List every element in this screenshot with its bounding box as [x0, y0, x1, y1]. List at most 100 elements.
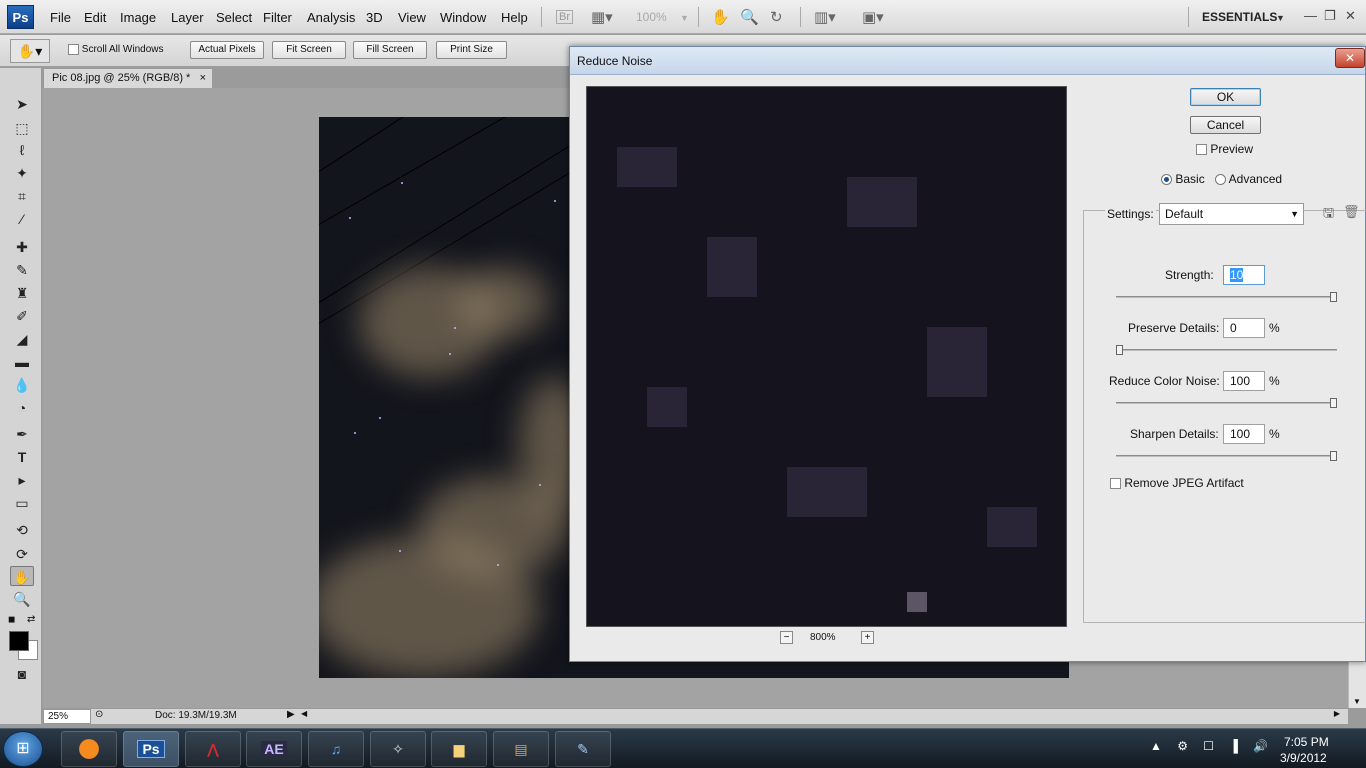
path-selection-tool-icon[interactable]: ▸: [10, 470, 34, 490]
remove-jpeg-artifact-checkbox[interactable]: Remove JPEG Artifact: [1110, 476, 1244, 490]
document-tab[interactable]: Pic 08.jpg @ 25% (RGB/8) * ×: [43, 68, 213, 88]
status-menu-arrow-icon[interactable]: ▶: [287, 709, 295, 720]
reduce-color-noise-slider-thumb[interactable]: [1330, 398, 1337, 408]
radio-unselected[interactable]: [1215, 174, 1226, 186]
menu-layer[interactable]: Layer: [171, 10, 204, 25]
start-button[interactable]: ⊞: [3, 731, 43, 767]
strength-slider-thumb[interactable]: [1330, 292, 1337, 302]
preview-zoom-out-button[interactable]: −: [780, 631, 793, 644]
folder-icon[interactable]: ▆: [431, 731, 487, 767]
acrobat-icon[interactable]: ⋀: [185, 731, 241, 767]
video-editor-icon[interactable]: ▤: [493, 731, 549, 767]
fit-screen-button[interactable]: Fit Screen: [272, 41, 346, 59]
preserve-details-slider[interactable]: [1116, 345, 1337, 355]
scroll-down-icon[interactable]: ▼: [1353, 697, 1361, 706]
menu-help[interactable]: Help: [501, 10, 528, 25]
3d-rotate-tool-icon[interactable]: ⟲: [10, 520, 34, 540]
menu-analysis[interactable]: Analysis: [307, 10, 355, 25]
quick-mask-icon[interactable]: ◙: [10, 664, 34, 684]
foreground-color-swatch[interactable]: [9, 631, 29, 651]
skyrim-icon[interactable]: ✧: [370, 731, 426, 767]
sharpen-details-input[interactable]: 100: [1223, 424, 1265, 444]
type-tool-icon[interactable]: T: [10, 447, 34, 467]
scroll-all-windows-checkbox[interactable]: Scroll All Windows: [68, 44, 163, 55]
menu-3d[interactable]: 3D: [366, 10, 383, 25]
preserve-details-input[interactable]: 0: [1223, 318, 1265, 338]
radio-selected[interactable]: [1161, 174, 1172, 186]
filter-preview[interactable]: [586, 86, 1067, 627]
hand-tool-icon[interactable]: ✋: [10, 566, 34, 586]
sharpen-details-slider[interactable]: [1116, 451, 1337, 461]
swap-colors-icon[interactable]: ⇄: [27, 614, 35, 625]
pen-tool-icon[interactable]: ✒: [10, 424, 34, 444]
menu-file[interactable]: File: [50, 10, 71, 25]
zoom-field[interactable]: 25%: [43, 709, 91, 724]
basic-radio[interactable]: Basic: [1161, 172, 1205, 186]
healing-brush-tool-icon[interactable]: ✚: [10, 237, 34, 257]
screen-mode-icon[interactable]: ▣▾: [862, 8, 884, 26]
settings-dropdown[interactable]: Default ▼: [1159, 203, 1304, 225]
dodge-tool-icon[interactable]: ◔: [10, 398, 34, 418]
chevron-down-icon[interactable]: ▼: [1276, 13, 1285, 23]
menu-image[interactable]: Image: [120, 10, 156, 25]
save-settings-icon[interactable]: 🖫: [1323, 204, 1334, 226]
rotate-view-icon[interactable]: ↻: [770, 8, 783, 26]
strength-input[interactable]: 10: [1223, 265, 1265, 285]
menu-filter[interactable]: Filter: [263, 10, 292, 25]
ok-button[interactable]: OK: [1190, 88, 1261, 106]
hand-icon[interactable]: ✋: [711, 8, 730, 26]
preview-checkbox[interactable]: Preview: [1196, 142, 1253, 156]
dialog-close-button[interactable]: ✕: [1335, 48, 1365, 68]
magic-wand-tool-icon[interactable]: ✦: [10, 163, 34, 183]
marquee-tool-icon[interactable]: ⬚: [10, 118, 34, 138]
preserve-details-slider-thumb[interactable]: [1116, 345, 1123, 355]
chevron-down-icon[interactable]: ▼: [680, 13, 689, 23]
preview-zoom-in-button[interactable]: +: [861, 631, 874, 644]
zoom-level-select[interactable]: 100%: [636, 10, 667, 24]
gradient-tool-icon[interactable]: ▬: [10, 352, 34, 372]
clone-stamp-tool-icon[interactable]: ♜: [10, 283, 34, 303]
menu-window[interactable]: Window: [440, 10, 486, 25]
close-tab-icon[interactable]: ×: [200, 69, 206, 88]
eyedropper-tool-icon[interactable]: ⁄: [10, 209, 34, 229]
checkbox[interactable]: [1196, 144, 1207, 156]
cancel-button[interactable]: Cancel: [1190, 116, 1261, 134]
default-colors-icon[interactable]: ◼: [8, 614, 15, 625]
reduce-color-noise-slider[interactable]: [1116, 398, 1337, 408]
restore-icon[interactable]: ❐: [1324, 8, 1336, 24]
move-tool-icon[interactable]: ➤: [10, 94, 34, 114]
checkbox[interactable]: [1110, 478, 1121, 490]
after-effects-taskbar-button[interactable]: AE: [246, 731, 302, 767]
blur-tool-icon[interactable]: 💧: [10, 375, 34, 395]
trash-icon[interactable]: 🗑: [1343, 204, 1360, 220]
print-size-button[interactable]: Print Size: [436, 41, 507, 59]
clock-date[interactable]: 3/9/2012: [1280, 751, 1327, 765]
menu-select[interactable]: Select: [216, 10, 252, 25]
lasso-tool-icon[interactable]: ℓ: [10, 140, 34, 160]
clock-time[interactable]: 7:05 PM: [1284, 735, 1329, 749]
actual-pixels-button[interactable]: Actual Pixels: [190, 41, 264, 59]
strength-slider[interactable]: [1116, 292, 1337, 302]
advanced-radio[interactable]: Advanced: [1215, 172, 1282, 186]
paint-icon[interactable]: ✎: [555, 731, 611, 767]
firefox-icon[interactable]: [61, 731, 117, 767]
menu-view[interactable]: View: [398, 10, 426, 25]
status-info-icon[interactable]: ⊙: [95, 709, 103, 720]
eraser-tool-icon[interactable]: ◢: [10, 329, 34, 349]
photoshop-taskbar-button[interactable]: Ps: [123, 731, 179, 767]
history-brush-tool-icon[interactable]: ✐: [10, 306, 34, 326]
arrange-documents-icon[interactable]: ▥▾: [814, 8, 836, 26]
3d-orbit-tool-icon[interactable]: ⟳: [10, 544, 34, 564]
crop-tool-icon[interactable]: ⌗: [10, 186, 34, 206]
sharpen-details-slider-thumb[interactable]: [1330, 451, 1337, 461]
fill-screen-button[interactable]: Fill Screen: [353, 41, 427, 59]
workspace-switcher[interactable]: ESSENTIALS: [1202, 10, 1277, 24]
tool-preset-hand-icon[interactable]: ✋▾: [10, 39, 50, 63]
minimize-icon[interactable]: —: [1304, 8, 1317, 23]
zoom-icon[interactable]: 🔍: [740, 8, 759, 26]
shape-tool-icon[interactable]: ▭: [10, 493, 34, 513]
checkbox[interactable]: [68, 44, 79, 55]
brush-tool-icon[interactable]: ✎: [10, 260, 34, 280]
zoom-tool-icon[interactable]: 🔍: [10, 589, 34, 609]
extras-icon[interactable]: ▦▾: [591, 8, 613, 26]
